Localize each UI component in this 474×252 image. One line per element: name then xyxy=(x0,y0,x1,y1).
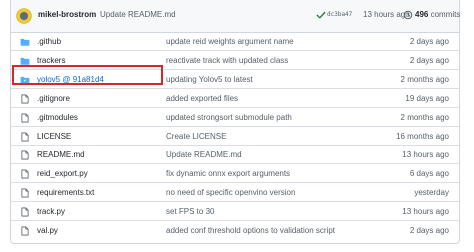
file-icon xyxy=(21,113,29,123)
submodule-folder-icon xyxy=(20,76,30,84)
file-name-link[interactable]: val.py xyxy=(37,226,58,235)
file-row[interactable]: reid_export.py fix dynamic onnx export ar… xyxy=(11,165,459,184)
file-name-link[interactable]: track.py xyxy=(37,207,65,216)
file-row[interactable]: .github update reid weights argument name… xyxy=(11,33,459,51)
file-name-link[interactable]: LICENSE xyxy=(37,132,71,141)
commit-age: 2 days ago xyxy=(409,37,449,46)
commit-message-link[interactable]: Create LICENSE xyxy=(166,132,226,141)
history-icon[interactable] xyxy=(403,10,413,20)
commit-sha[interactable]: dc3ba47 xyxy=(327,11,352,18)
check-icon[interactable] xyxy=(316,10,326,20)
commit-age: 2 days ago xyxy=(409,55,449,65)
commit-message-link[interactable]: updated strongsort submodule path xyxy=(166,113,292,122)
folder-icon xyxy=(20,38,30,46)
file-icon xyxy=(21,188,29,198)
folder-icon xyxy=(20,57,30,65)
commit-message-link[interactable]: fix dynamic onnx export arguments xyxy=(166,169,290,178)
commit-age: 19 days ago xyxy=(405,93,449,103)
commit-message[interactable]: Update README.md xyxy=(100,10,176,19)
commits-count: 496 xyxy=(415,10,429,19)
commit-message-link[interactable]: Update README.md xyxy=(166,150,242,159)
commit-message-link[interactable]: set FPS to 30 xyxy=(166,207,214,216)
commit-message-link[interactable]: update reid weights argument name xyxy=(166,37,294,46)
commit-message-link[interactable]: reactivate track with updated class xyxy=(166,56,288,65)
file-icon xyxy=(21,150,29,160)
commits-label: commits xyxy=(430,10,461,19)
file-name-link[interactable]: .github xyxy=(37,37,61,46)
commit-message-link[interactable]: added exported files xyxy=(166,94,238,103)
file-row[interactable]: LICENSE Create LICENSE 16 months ago xyxy=(11,128,459,146)
file-icon xyxy=(21,207,29,217)
commit-age: 6 days ago xyxy=(409,169,449,179)
commit-message-link[interactable]: updating Yolov5 to latest xyxy=(166,75,253,84)
file-name-link[interactable]: requirements.txt xyxy=(37,188,94,197)
file-row[interactable]: trackers reactivate track with updated cl… xyxy=(11,52,459,70)
file-name-link[interactable]: README.md xyxy=(37,150,85,159)
commit-message-link[interactable]: no need of specific openvino version xyxy=(166,188,295,197)
commit-age: yesterday xyxy=(414,188,449,198)
commits-link[interactable]: 496 commits xyxy=(415,10,460,19)
file-row[interactable]: requirements.txt no need of specific open… xyxy=(11,184,459,203)
file-row[interactable]: yolov5 @ 91a81d4 updating Yolov5 to lates… xyxy=(11,71,459,89)
commit-age: 2 months ago xyxy=(400,74,449,84)
file-name-link[interactable]: trackers xyxy=(37,56,65,65)
file-icon xyxy=(21,132,29,141)
commit-age: 2 days ago xyxy=(409,226,449,235)
file-row[interactable]: .gitmodules updated strongsort submodule … xyxy=(11,109,459,127)
commit-age: 13 hours ago xyxy=(402,207,449,217)
file-row[interactable]: README.md Update README.md 13 hours ago xyxy=(11,146,459,165)
commit-message-link[interactable]: added conf threshold options to validati… xyxy=(166,226,335,235)
file-icon xyxy=(21,94,29,104)
commit-author[interactable]: mikel-brostrom xyxy=(38,10,96,19)
file-row[interactable]: track.py set FPS to 30 13 hours ago xyxy=(11,203,459,222)
submodule-link[interactable]: yolov5 @ 91a81d4 xyxy=(37,75,104,84)
latest-commit-bar: mikel-brostrom Update README.md dc3ba47 … xyxy=(11,0,460,33)
file-name-link[interactable]: reid_export.py xyxy=(37,169,88,178)
file-row[interactable]: val.py added conf threshold options to va… xyxy=(11,222,459,240)
file-icon xyxy=(21,226,29,236)
file-name-link[interactable]: .gitignore xyxy=(37,94,70,103)
file-name-link[interactable]: .gitmodules xyxy=(37,113,78,122)
author-avatar[interactable] xyxy=(16,8,32,24)
commit-age: 16 months ago xyxy=(396,131,449,141)
commit-age: 2 months ago xyxy=(400,112,449,122)
commit-age: 13 hours ago xyxy=(402,150,449,160)
file-icon xyxy=(21,169,29,179)
file-row[interactable]: .gitignore added exported files 19 days ag… xyxy=(11,90,459,108)
file-browser-panel: mikel-brostrom Update README.md dc3ba47 … xyxy=(10,0,460,244)
